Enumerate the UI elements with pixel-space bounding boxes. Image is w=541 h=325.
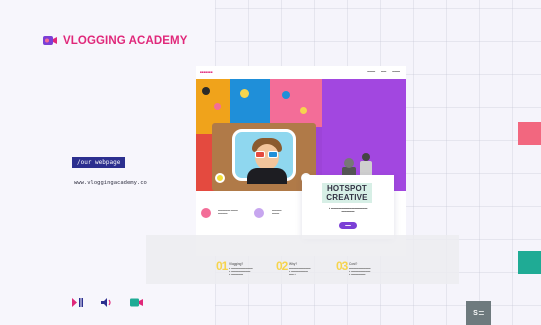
media-controls [72,298,143,307]
trophy-icon [201,208,211,218]
hotspot-card: HOTSPOT CREATIVE ● ▬▬▬▬▬▬▬▬▬▬▬▬▬▬ ▬▬▬▬▬ ▬… [302,175,394,239]
card-button[interactable]: ▬▬ [339,222,357,229]
3d-glasses-icon [255,151,279,158]
brand-name: VLOGGING ACADEMY [63,34,188,47]
pattern-panel [270,79,322,127]
pattern-dot [300,107,307,114]
info-text: ▬▬▬▬ ▬▬▬ [272,209,282,215]
feature-title: Cost? [349,262,358,266]
feature-number: 01 [216,259,228,273]
camera-logo-icon [43,36,57,45]
feature-number: 03 [336,259,348,273]
feature-text: ▬▬▬▬▬▬▬▬▬ ● ▬▬▬▬▬▬▬▬ ● ▬▬▬▬▬▬ [349,267,371,276]
kid-body [247,168,287,184]
presentation-canvas: VLOGGING ACADEMY /our webpage www.vloggi… [0,0,541,325]
teal-color-swatch [518,251,541,274]
feature-title: Vlogging? [229,262,244,266]
pink-color-swatch [518,122,541,145]
mockup-menu-item[interactable]: ▬▬▬ [367,70,375,73]
feature-title: Why? [289,262,298,266]
our-webpage-tag: /our webpage [72,157,126,168]
features-strip: 01 Vlogging? ● ▬▬▬▬▬▬▬▬▬ ● ▬▬▬▬▬▬▬▬ ● ▬▬▬▬… [146,235,459,284]
tv-screen [232,129,296,184]
award-icon [254,208,264,218]
tv-knob-icon [215,173,225,183]
feature-number: 02 [276,259,288,273]
mockup-menu-item[interactable]: ▬▬ [381,70,386,73]
feature-text: ● ▬▬▬▬▬▬▬▬▬ ● ▬▬▬▬▬▬▬▬ ● ▬▬▬▬▬ [229,267,253,276]
mockup-menu-item[interactable]: ▬▬▬ [392,70,400,73]
cardboard-tv-icon [212,123,316,191]
pattern-dot [282,91,290,99]
card-subtext: ● ▬▬▬▬▬▬▬▬▬▬▬▬▬▬ ▬▬▬▬▬ [328,207,368,214]
pattern-dot [240,89,249,98]
pattern-dot [202,87,210,95]
pattern-panel [230,79,270,124]
play-pause-icon[interactable] [72,298,83,307]
info-text: ▬▬▬▬▬ ▬▬▬ ▬▬▬▬ [218,209,238,215]
card-title-line2: CREATIVE [326,193,368,202]
video-camera-icon[interactable] [130,298,143,307]
card-title-line1: HOTSPOT [326,184,368,193]
feature-text: ▬▬▬▬▬▬▬▬▬ ● ▬▬▬▬▬▬▬ ▬▬ ● [289,267,311,276]
corner-badge-logo-icon: S ▬▬ ▬▬ [466,301,491,325]
volume-icon[interactable] [101,298,112,307]
mockup-navbar: ■■■■■■■ ▬▬▬ ▬▬ ▬▬▬ [196,66,406,78]
mockup-logo-icon: ■■■■■■■ [200,70,213,74]
card-title: HOTSPOT CREATIVE [322,183,372,203]
mockup-menu: ▬▬▬ ▬▬ ▬▬▬ [367,70,400,73]
pattern-dot [214,103,221,110]
brand-logo: VLOGGING ACADEMY [42,34,187,47]
website-url[interactable]: www.vloggingacademy.co [74,180,147,186]
